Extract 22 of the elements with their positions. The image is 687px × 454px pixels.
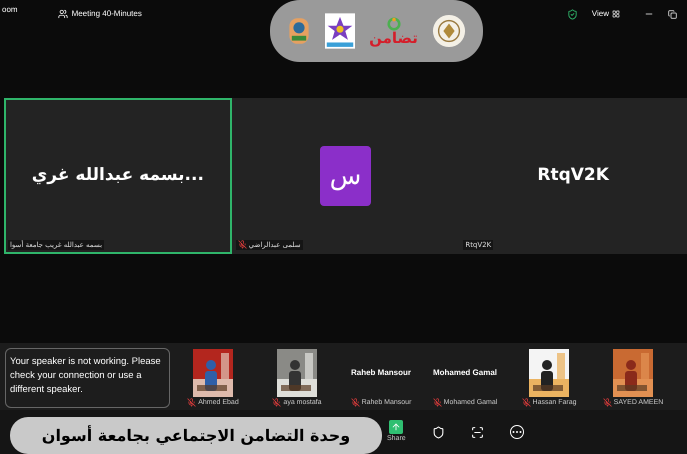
solidarity-logo: تضامن xyxy=(369,16,418,46)
participant-name: Raheb Mansour xyxy=(350,366,411,378)
ministry-seal-icon xyxy=(432,14,466,48)
banner-text: وحدة التضامن الاجتماعي بجامعة أسوان xyxy=(42,424,350,447)
participants-icon xyxy=(58,9,68,19)
toast-message: Your speaker is not working. Please check your connection or use a different speaker. xyxy=(10,355,162,397)
grid-icon xyxy=(612,10,620,18)
host-tools-icon[interactable] xyxy=(432,426,445,438)
apps-icon[interactable] xyxy=(470,426,484,438)
more-icon[interactable] xyxy=(510,425,524,439)
emblem-icon xyxy=(287,16,312,46)
participant-name: RtqV2K xyxy=(537,164,609,188)
app-title: oom xyxy=(2,4,18,16)
participant-name: ...بسمه عبدالله غري xyxy=(32,164,204,188)
star-logo-icon xyxy=(325,13,356,49)
meeting-title: Meeting 40-Minutes xyxy=(72,8,142,20)
restore-icon[interactable] xyxy=(668,10,677,18)
share-icon[interactable] xyxy=(389,420,404,434)
participant-name: Mohamed Gamal xyxy=(432,366,497,378)
avatar-initial: س xyxy=(330,160,362,192)
view-button[interactable]: View xyxy=(592,8,620,20)
security-shield-icon[interactable] xyxy=(566,8,578,20)
